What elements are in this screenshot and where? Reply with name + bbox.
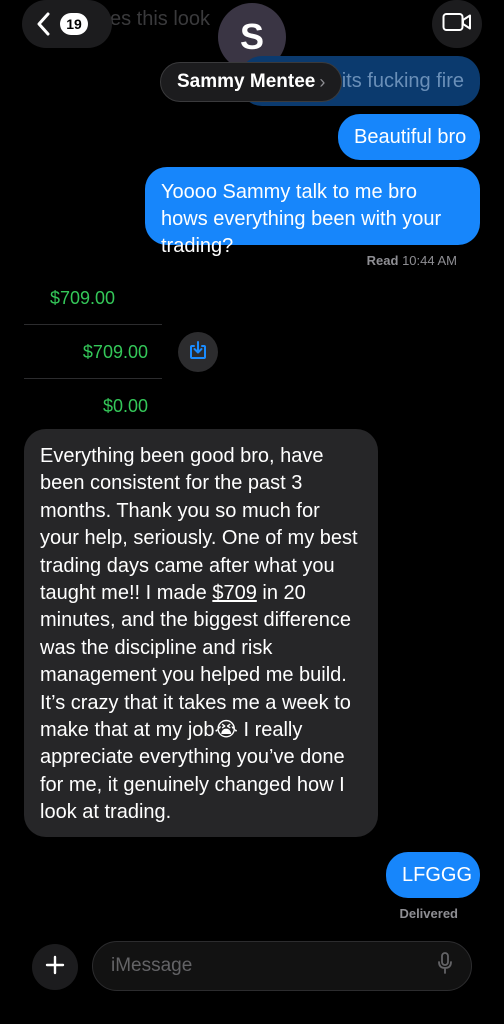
contact-name-pill[interactable]: Sammy Mentee › (160, 62, 343, 102)
save-button[interactable] (178, 332, 218, 372)
read-receipt: Read 10:44 AM (367, 253, 457, 268)
message-input-placeholder: iMessage (111, 955, 193, 976)
microphone-icon[interactable] (437, 951, 453, 981)
chevron-right-icon: › (319, 71, 326, 92)
message-bubble-outgoing[interactable]: Yoooo Sammy talk to me bro hows everythi… (145, 167, 480, 257)
chevron-left-icon (36, 12, 50, 36)
message-bubble-incoming[interactable]: Everything been good bro, have been cons… (24, 429, 378, 837)
message-text: in 20 minutes, and the biggest differenc… (40, 582, 351, 742)
faded-preview-text: es this look (110, 8, 211, 30)
divider (24, 324, 162, 325)
faded-bubble-text: its fucking fire (341, 69, 464, 92)
message-text: Yoooo Sammy talk to me bro hows everythi… (161, 181, 442, 257)
contact-name: Sammy Mentee (177, 71, 316, 92)
video-camera-icon (442, 12, 472, 37)
message-text: LFGGG (402, 864, 473, 886)
divider (24, 378, 162, 379)
attachment-row: $0.00 (102, 396, 148, 416)
unread-count-badge: 19 (60, 13, 88, 35)
download-icon (188, 340, 208, 365)
video-call-button[interactable] (432, 0, 482, 48)
plus-icon (45, 955, 65, 980)
message-text: Everything been good bro, have been cons… (40, 445, 358, 605)
amount-link[interactable]: $709 (212, 582, 257, 604)
avatar-initial: S (239, 16, 264, 57)
attachment-row: $709.00 (82, 342, 148, 362)
crying-emoji-icon: 😭 (214, 719, 238, 742)
read-time: 10:44 AM (402, 253, 457, 268)
message-input[interactable]: iMessage (92, 941, 472, 991)
back-button[interactable]: 19 (22, 0, 112, 48)
add-attachment-button[interactable] (32, 944, 78, 990)
read-label: Read (366, 253, 399, 268)
message-bubble-outgoing[interactable]: Beautiful bro (338, 114, 480, 160)
message-bubble-outgoing[interactable]: LFGGG (386, 852, 480, 898)
attachment-row: $709.00 (50, 288, 116, 308)
delivered-status: Delivered (399, 906, 458, 921)
message-text: Beautiful bro (354, 126, 467, 148)
